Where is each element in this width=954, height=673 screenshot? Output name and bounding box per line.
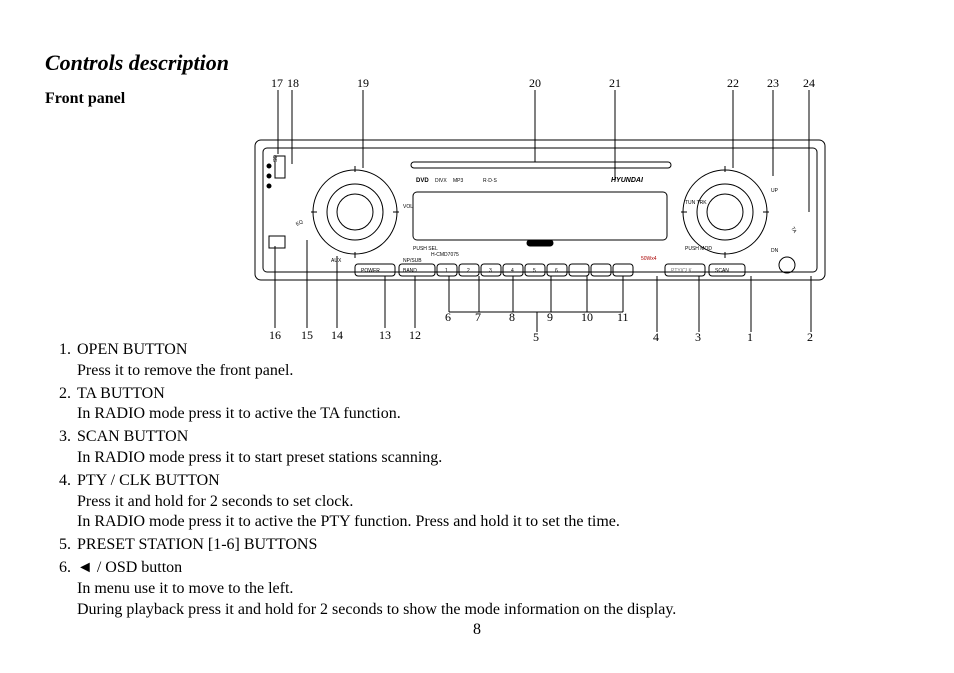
svg-text:TUN TRK: TUN TRK — [685, 200, 707, 206]
svg-text:AUX: AUX — [331, 258, 342, 264]
svg-text:3: 3 — [489, 268, 492, 274]
svg-text:4: 4 — [511, 268, 514, 274]
svg-text:UP: UP — [771, 188, 779, 194]
svg-text:MP3: MP3 — [453, 178, 464, 184]
callout-19: 19 — [357, 76, 369, 91]
controls-list-container: OPEN BUTTON Press it to remove the front… — [45, 340, 915, 622]
svg-text:R·D·S: R·D·S — [483, 178, 498, 184]
callout-7: 7 — [475, 310, 481, 325]
item-4-desc: Press it and hold for 2 seconds to set c… — [77, 492, 915, 534]
callout-8: 8 — [509, 310, 515, 325]
callout-17: 17 — [271, 76, 283, 91]
item-1-desc: Press it to remove the front panel. — [77, 361, 915, 382]
svg-text:DVD: DVD — [416, 178, 429, 184]
item-3-title: SCAN BUTTON — [77, 427, 915, 448]
svg-text:1: 1 — [445, 268, 448, 274]
svg-text:2: 2 — [467, 268, 470, 274]
svg-text:50Wx4: 50Wx4 — [641, 256, 657, 262]
svg-text:PUSH MOD: PUSH MOD — [685, 246, 712, 252]
callout-20: 20 — [529, 76, 541, 91]
item-5-title: PRESET STATION [1-6] BUTTONS — [77, 535, 915, 556]
page-number: 8 — [0, 621, 954, 639]
item-1-title: OPEN BUTTON — [77, 340, 915, 361]
item-2-desc: In RADIO mode press it to active the TA … — [77, 404, 915, 425]
item-5: PRESET STATION [1-6] BUTTONS — [75, 535, 915, 556]
callout-24: 24 — [803, 76, 815, 91]
svg-text:SD: SD — [273, 155, 279, 162]
item-4: PTY / CLK BUTTON Press it and hold for 2… — [75, 471, 915, 533]
svg-text:5: 5 — [533, 268, 536, 274]
svg-text:EQ: EQ — [295, 219, 304, 228]
callout-6: 6 — [445, 310, 451, 325]
svg-text:DIVX: DIVX — [435, 178, 447, 184]
item-4-title: PTY / CLK BUTTON — [77, 471, 915, 492]
callout-11: 11 — [617, 310, 629, 325]
item-1: OPEN BUTTON Press it to remove the front… — [75, 340, 915, 382]
svg-text:H-CMD7075: H-CMD7075 — [431, 252, 459, 258]
svg-text:DN: DN — [771, 248, 779, 254]
callout-10: 10 — [581, 310, 593, 325]
svg-text:SCAN: SCAN — [715, 268, 729, 274]
svg-text:PTY/CLK: PTY/CLK — [671, 268, 693, 274]
callout-21: 21 — [609, 76, 621, 91]
controls-list: OPEN BUTTON Press it to remove the front… — [45, 340, 915, 620]
item-3-desc: In RADIO mode press it to start preset s… — [77, 448, 915, 469]
callout-22: 22 — [727, 76, 739, 91]
svg-text:VOL: VOL — [403, 204, 413, 210]
item-6: ◄ / OSD button In menu use it to move to… — [75, 558, 915, 620]
svg-text:POWER: POWER — [361, 268, 380, 274]
svg-text:TA: TA — [789, 226, 798, 235]
item-6-desc: In menu use it to move to the left.Durin… — [77, 579, 915, 621]
item-2-title: TA BUTTON — [77, 384, 915, 405]
front-panel-diagram: DVD DIVX MP3 R·D·S HYUNDAI VOL PUSH SEL … — [235, 80, 845, 340]
callout-9: 9 — [547, 310, 553, 325]
diagram-svg: DVD DIVX MP3 R·D·S HYUNDAI VOL PUSH SEL … — [235, 80, 845, 340]
svg-text:6: 6 — [555, 268, 558, 274]
svg-text:HYUNDAI: HYUNDAI — [611, 177, 644, 184]
svg-text:NP/SUB: NP/SUB — [403, 258, 422, 264]
page: Controls description Front panel — [0, 0, 954, 673]
page-title: Controls description — [45, 50, 909, 76]
item-3: SCAN BUTTON In RADIO mode press it to st… — [75, 427, 915, 469]
callout-23: 23 — [767, 76, 779, 91]
svg-text:BAND: BAND — [403, 268, 417, 274]
callout-18: 18 — [287, 76, 299, 91]
item-6-title: ◄ / OSD button — [77, 558, 915, 579]
item-2: TA BUTTON In RADIO mode press it to acti… — [75, 384, 915, 426]
